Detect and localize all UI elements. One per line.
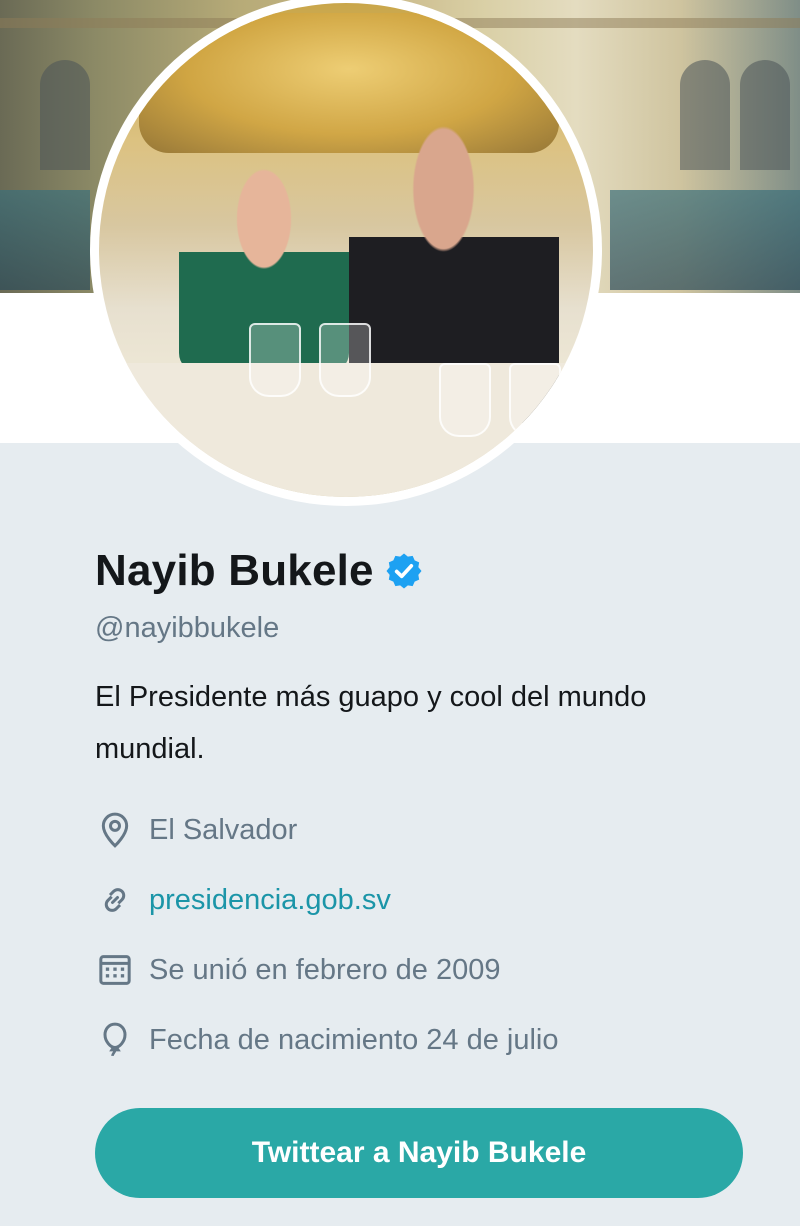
profile-name[interactable]: Nayib Bukele <box>95 546 374 596</box>
joined-text: Se unió en febrero de 2009 <box>149 953 501 986</box>
profile-avatar[interactable] <box>90 0 602 506</box>
calendar-icon <box>99 955 131 985</box>
meta-website: presidencia.gob.sv <box>95 865 775 935</box>
profile-name-row: Nayib Bukele <box>95 540 775 602</box>
avatar-photo <box>99 3 593 497</box>
banner-storefront <box>0 190 90 290</box>
meta-location: El Salvador <box>95 795 775 865</box>
profile-handle[interactable]: @nayibbukele <box>95 612 775 645</box>
tweet-to-button[interactable]: Twittear a Nayib Bukele <box>95 1108 743 1198</box>
photo-glass <box>319 323 371 397</box>
banner-arch <box>740 60 790 170</box>
verified-badge-icon <box>386 553 422 589</box>
meta-joined: Se unió en febrero de 2009 <box>95 935 775 1005</box>
balloon-icon <box>103 1022 127 1056</box>
location-text: El Salvador <box>149 813 298 846</box>
banner-arch <box>680 60 730 170</box>
link-icon <box>104 888 126 912</box>
profile-meta: El Salvador presidencia.gob.sv Se unió e… <box>95 795 775 1075</box>
banner-arch <box>40 60 90 170</box>
banner-storefront <box>610 190 800 290</box>
profile-bio: El Presidente más guapo y cool del mundo… <box>95 681 647 765</box>
location-pin-icon <box>101 812 129 848</box>
meta-birthday: Fecha de nacimiento 24 de julio <box>95 1005 775 1075</box>
website-link[interactable]: presidencia.gob.sv <box>149 884 391 917</box>
birthday-text: Fecha de nacimiento 24 de julio <box>149 1023 559 1056</box>
photo-glass <box>509 363 561 437</box>
photo-glass <box>249 323 301 397</box>
photo-glass <box>439 363 491 437</box>
profile-card: Nayib Bukele @nayibbukele El Presidente … <box>95 540 775 1075</box>
